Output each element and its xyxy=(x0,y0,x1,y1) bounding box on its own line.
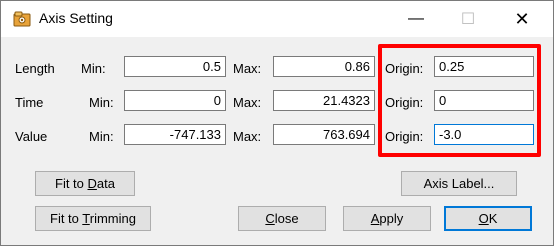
ok-button-label: OK xyxy=(478,211,498,226)
app-icon xyxy=(13,11,31,27)
fit-to-data-button[interactable]: Fit to Data xyxy=(35,171,135,196)
value-min-label: Min: xyxy=(89,129,114,144)
close-window-button[interactable]: ✕ xyxy=(499,1,545,37)
length-max-label: Max: xyxy=(233,61,262,76)
axis-setting-dialog: Axis Setting — ☐ ✕ Length Min: 0.5 Max: … xyxy=(0,0,554,246)
value-max-field[interactable]: 763.694 xyxy=(273,124,375,145)
row-label-length: Length xyxy=(15,61,55,76)
ok-button[interactable]: OK xyxy=(444,206,532,231)
fit-to-trimming-button[interactable]: Fit to Trimming xyxy=(35,206,151,231)
time-min-field[interactable]: 0 xyxy=(124,90,226,111)
origin-highlight-box xyxy=(378,44,541,157)
maximize-icon: ☐ xyxy=(460,11,476,28)
apply-button[interactable]: Apply xyxy=(343,206,431,231)
length-max-field[interactable]: 0.86 xyxy=(273,56,375,77)
time-max-label: Max: xyxy=(233,95,262,110)
time-max-field[interactable]: 21.4323 xyxy=(273,90,375,111)
row-label-time: Time xyxy=(15,95,44,110)
minimize-icon: — xyxy=(408,10,424,27)
value-max-label: Max: xyxy=(233,129,262,144)
apply-button-label: Apply xyxy=(370,211,404,226)
axis-label-button[interactable]: Axis Label... xyxy=(401,171,517,196)
axis-label-label: Axis Label... xyxy=(423,176,495,191)
close-icon: ✕ xyxy=(514,8,530,29)
title-bar[interactable]: Axis Setting — ☐ ✕ xyxy=(1,1,553,37)
row-label-value: Value xyxy=(15,129,48,144)
fit-to-trimming-label: Fit to Trimming xyxy=(50,211,136,226)
time-min-label: Min: xyxy=(89,95,114,110)
maximize-button[interactable]: ☐ xyxy=(445,1,491,37)
close-button-label: Close xyxy=(265,211,299,226)
minimize-button[interactable]: — xyxy=(393,1,439,37)
fit-to-data-label: Fit to Data xyxy=(55,176,115,191)
close-button[interactable]: Close xyxy=(238,206,326,231)
length-min-field[interactable]: 0.5 xyxy=(124,56,226,77)
length-min-label: Min: xyxy=(81,61,106,76)
value-min-field[interactable]: -747.133 xyxy=(124,124,226,145)
window-title: Axis Setting xyxy=(39,10,113,26)
